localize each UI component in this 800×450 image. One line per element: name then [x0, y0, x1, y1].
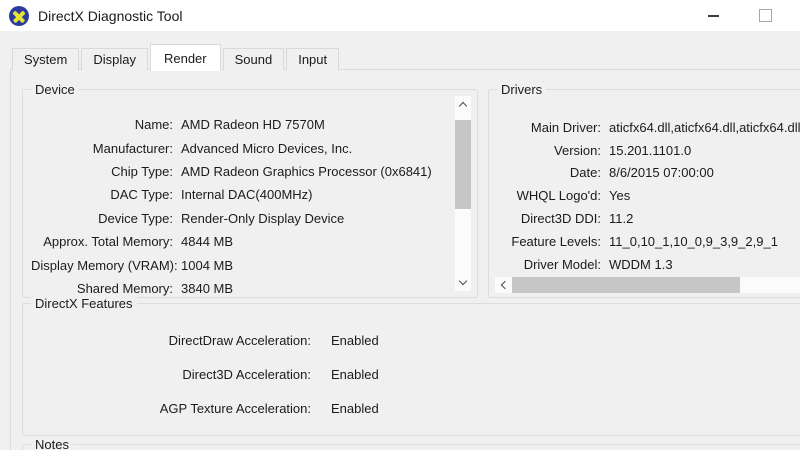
window-title: DirectX Diagnostic Tool [38, 8, 183, 24]
device-row: Manufacturer: Advanced Micro Devices, Inc… [31, 136, 477, 159]
field-value: Advanced Micro Devices, Inc. [181, 140, 353, 156]
drivers-row: Main Driver: aticfx64.dll,aticfx64.dll,at… [495, 116, 800, 139]
field-value: 3840 MB [181, 280, 234, 296]
field-label: Chip Type: [111, 163, 173, 179]
field-value: aticfx64.dll,aticfx64.dll,aticfx64.dll, [609, 119, 800, 135]
device-row: Display Memory (VRAM): 1004 MB [31, 253, 477, 276]
scrollbar-thumb[interactable] [512, 277, 740, 293]
field-label: Date: [569, 165, 601, 181]
field-label: Main Driver: [530, 119, 601, 135]
field-value: WDDM 1.3 [609, 256, 673, 272]
drivers-groupbox: Drivers Main Driver: aticfx64.dll,aticfx6… [488, 82, 800, 298]
device-row: Name: AMD Radeon HD 7570M [31, 113, 477, 136]
field-label: Display Memory (VRAM): [31, 257, 178, 273]
scrollbar-thumb[interactable] [455, 120, 471, 209]
field-label: AGP Texture Acceleration: [159, 400, 311, 416]
field-label: Feature Levels: [511, 233, 601, 249]
chevron-left-icon [500, 280, 510, 290]
field-label: Name: [134, 117, 173, 133]
device-row: Approx. Total Memory: 4844 MB [31, 230, 477, 253]
tab-strip: System Display Render Sound Input [12, 44, 341, 71]
field-value: 1004 MB [181, 257, 234, 273]
drivers-row: Date: 8/6/2015 07:00:00 [495, 162, 800, 185]
tab-label: Display [93, 52, 136, 67]
field-value: Render-Only Display Device [181, 210, 345, 226]
field-label: Shared Memory: [76, 280, 173, 296]
tab-display[interactable]: Display [81, 48, 148, 70]
field-value: 8/6/2015 07:00:00 [609, 165, 714, 181]
drivers-row: Feature Levels: 11_0,10_1,10_0,9_3,9_2,9_… [495, 230, 800, 253]
field-value: 11_0,10_1,10_0,9_3,9_2,9_1 [609, 233, 778, 249]
notes-groupbox: Notes [22, 437, 800, 450]
features-rows: DirectDraw Acceleration: Enabled Direct3D… [23, 304, 800, 425]
maximize-button[interactable] [742, 0, 788, 31]
minimize-button[interactable] [690, 0, 736, 31]
drivers-row: Version: 15.201.1101.0 [495, 139, 800, 162]
field-value: Enabled [331, 332, 379, 348]
field-value: 15.201.1101.0 [609, 142, 692, 158]
directx-features-groupbox: DirectX Features DirectDraw Acceleration… [22, 296, 800, 436]
field-label: Direct3D DDI: [520, 211, 601, 227]
maximize-icon [758, 9, 772, 22]
device-vertical-scrollbar[interactable] [454, 95, 472, 292]
directx-app-icon [9, 6, 29, 26]
device-groupbox: Device Name: AMD Radeon HD 7570M Manufact… [22, 82, 478, 300]
field-label: Approx. Total Memory: [43, 234, 173, 250]
tab-label: Render [163, 50, 207, 66]
scrollbar-down-button[interactable] [455, 274, 471, 291]
field-value: 4844 MB [181, 234, 234, 250]
device-rows: Name: AMD Radeon HD 7570M Manufacturer: Ad… [23, 90, 477, 300]
drivers-row: Direct3D DDI: 11.2 [495, 207, 800, 230]
drivers-rows: Main Driver: aticfx64.dll,aticfx64.dll,at… [489, 90, 800, 276]
device-row: Device Type: Render-Only Display Device [31, 207, 477, 230]
tab-label: Sound [234, 52, 273, 67]
field-label: Driver Model: [523, 256, 601, 272]
device-row: DAC Type: Internal DAC(400MHz) [31, 183, 477, 206]
tab-render[interactable]: Render [149, 44, 221, 71]
field-value: Yes [609, 188, 631, 204]
field-label: DAC Type: [110, 187, 173, 203]
feature-row: AGP Texture Acceleration: Enabled [31, 391, 800, 425]
scrollbar-up-button[interactable] [455, 96, 471, 113]
drivers-row: Driver Model: WDDM 1.3 [495, 253, 800, 276]
tab-input[interactable]: Input [286, 48, 340, 70]
field-value: Enabled [331, 366, 379, 382]
field-label: WHQL Logo'd: [516, 188, 601, 204]
field-label: Version: [554, 142, 601, 158]
minimize-icon [707, 14, 719, 17]
tab-label: Input [298, 52, 328, 67]
field-label: Direct3D Acceleration: [182, 366, 311, 382]
field-label: Manufacturer: [92, 140, 173, 156]
feature-row: Direct3D Acceleration: Enabled [31, 357, 800, 391]
tab-label: System [24, 52, 68, 67]
chevron-up-icon [458, 101, 468, 111]
feature-row: DirectDraw Acceleration: Enabled [31, 323, 800, 357]
field-value: 11.2 [609, 211, 634, 227]
notes-legend: Notes [31, 437, 73, 450]
drivers-horizontal-scrollbar[interactable] [494, 276, 800, 294]
scrollbar-left-button[interactable] [495, 277, 512, 293]
field-value: AMD Radeon Graphics Processor (0x6841) [181, 163, 432, 179]
title-bar: DirectX Diagnostic Tool [0, 0, 800, 31]
tab-system[interactable]: System [12, 48, 80, 70]
drivers-row: WHQL Logo'd: Yes [495, 184, 800, 207]
field-label: Device Type: [98, 210, 173, 226]
field-value: AMD Radeon HD 7570M [181, 117, 325, 133]
chevron-down-icon [458, 276, 468, 286]
field-value: Internal DAC(400MHz) [181, 187, 313, 203]
field-label: DirectDraw Acceleration: [168, 332, 311, 348]
field-value: Enabled [331, 400, 379, 416]
tab-sound[interactable]: Sound [222, 48, 285, 70]
device-row: Chip Type: AMD Radeon Graphics Processor … [31, 160, 477, 183]
